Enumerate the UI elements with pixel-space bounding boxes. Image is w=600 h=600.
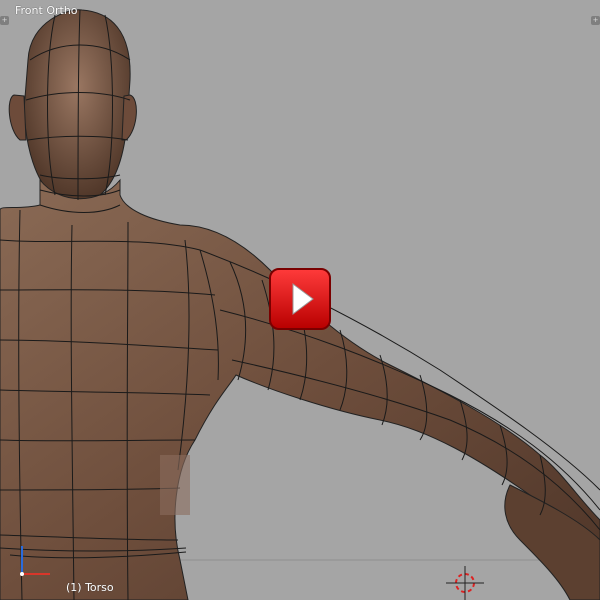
view-expand-icon[interactable]: + — [591, 16, 600, 25]
play-icon — [269, 268, 331, 330]
play-button[interactable] — [269, 268, 331, 330]
3d-cursor-icon[interactable] — [446, 566, 484, 600]
view-label: Front Ortho — [15, 4, 78, 17]
3d-viewport[interactable]: Front Ortho + + (1) Torso — [0, 0, 600, 600]
view-expand-icon[interactable]: + — [0, 16, 9, 25]
axis-gizmo-icon — [20, 546, 50, 576]
object-label: (1) Torso — [66, 581, 114, 594]
